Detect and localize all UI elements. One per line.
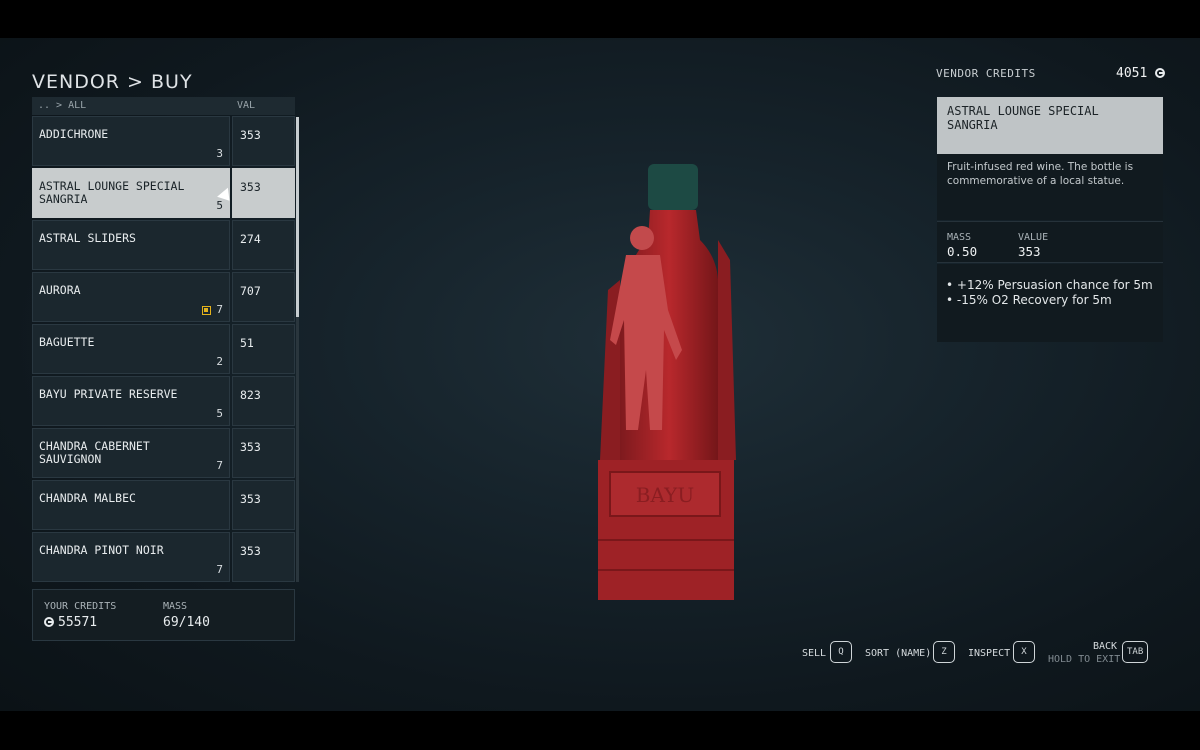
- list-item[interactable]: CHANDRA MALBEC 353: [32, 480, 295, 530]
- item-value: 353: [240, 180, 261, 194]
- item-name: AURORA: [39, 283, 81, 297]
- item-name-cell[interactable]: BAGUETTE 2: [32, 324, 230, 374]
- page-title: VENDOR > BUY: [32, 71, 193, 93]
- list-item[interactable]: ASTRAL SLIDERS 274: [32, 220, 295, 270]
- list-item[interactable]: BAYU PRIVATE RESERVE 5 823: [32, 376, 295, 426]
- rock-right: [718, 240, 736, 460]
- sort-label: SORT (NAME): [865, 648, 932, 659]
- sell-key[interactable]: Q: [830, 641, 852, 663]
- sell-label: SELL: [802, 648, 827, 659]
- item-val-cell[interactable]: 51: [232, 324, 295, 374]
- inspect-label: INSPECT: [968, 648, 1011, 659]
- back-label: BACK: [1093, 641, 1118, 652]
- statue-head: [630, 226, 654, 250]
- item-value: 51: [240, 336, 254, 350]
- list-item-selected[interactable]: ASTRAL LOUNGE SPECIAL SANGRIA 5 353: [32, 168, 295, 218]
- list-item[interactable]: BAGUETTE 2 51: [32, 324, 295, 374]
- list-item[interactable]: ADDICHRONE 3 353: [32, 116, 295, 166]
- item-name-cell[interactable]: CHANDRA PINOT NOIR 7: [32, 532, 230, 582]
- item-name: ADDICHRONE: [39, 127, 109, 141]
- item-qty: 2: [216, 355, 223, 368]
- item-qty: 7: [216, 563, 223, 576]
- item-val-cell[interactable]: 353: [232, 480, 295, 530]
- breadcrumb[interactable]: .. > ALL: [38, 100, 86, 111]
- item-value: 823: [240, 388, 261, 402]
- back-key[interactable]: TAB: [1122, 641, 1149, 663]
- letterbox-top: [0, 0, 1200, 38]
- effect-text: +12% Persuasion chance for 5m: [956, 278, 1153, 292]
- item-name-cell[interactable]: AURORA 7: [32, 272, 230, 322]
- item-val-cell[interactable]: 353: [232, 428, 295, 478]
- vendor-credits-label: VENDOR CREDITS: [936, 67, 1036, 80]
- item-name-cell[interactable]: ADDICHRONE 3: [32, 116, 230, 166]
- player-status-box: YOUR CREDITS 55571 MASS 69/140: [32, 589, 295, 641]
- detail-title: ASTRAL LOUNGE SPECIAL SANGRIA: [937, 97, 1163, 154]
- item-value: 707: [240, 284, 261, 298]
- item-name: ASTRAL SLIDERS: [39, 231, 136, 245]
- item-name-cell[interactable]: ASTRAL LOUNGE SPECIAL SANGRIA 5: [32, 168, 235, 218]
- item-qty: 3: [216, 147, 223, 160]
- item-val-cell[interactable]: 823: [232, 376, 295, 426]
- item-val-cell[interactable]: 707: [232, 272, 295, 322]
- hold-to-exit-label: HOLD TO EXIT: [1048, 654, 1121, 665]
- mass-value: 69/140: [163, 615, 210, 630]
- mass-label: MASS: [163, 601, 188, 612]
- effect-line: • -15% O2 Recovery for 5m: [946, 293, 1112, 307]
- sort-key[interactable]: Z: [933, 641, 955, 663]
- item-val-cell[interactable]: 353: [232, 168, 295, 218]
- list-item[interactable]: AURORA 7 707: [32, 272, 295, 322]
- detail-stats: MASS 0.50 VALUE 353: [937, 221, 1163, 263]
- bottle-cap: [648, 164, 698, 210]
- item-value: 353: [240, 128, 261, 142]
- item-name: CHANDRA CABERNET SAUVIGNON: [39, 439, 150, 466]
- item-qty: 7: [216, 459, 223, 472]
- item-name-cell[interactable]: ASTRAL SLIDERS: [32, 220, 230, 270]
- bottle-label-text: BAYU: [636, 483, 694, 507]
- list-item[interactable]: CHANDRA PINOT NOIR 7 353: [32, 532, 295, 582]
- detail-description: Fruit-infused red wine. The bottle is co…: [937, 154, 1163, 220]
- your-credits-label: YOUR CREDITS: [44, 601, 117, 612]
- item-value: 274: [240, 232, 261, 246]
- item-qty: 7: [216, 303, 223, 316]
- item-name-cell[interactable]: BAYU PRIVATE RESERVE 5: [32, 376, 230, 426]
- item-name: BAGUETTE: [39, 335, 95, 349]
- detail-value-label: VALUE: [1018, 232, 1049, 243]
- effect-line: • +12% Persuasion chance for 5m: [946, 278, 1153, 292]
- effect-text: -15% O2 Recovery for 5m: [956, 293, 1112, 307]
- item-val-cell[interactable]: 353: [232, 116, 295, 166]
- item-value: 353: [240, 544, 261, 558]
- detail-effects: • +12% Persuasion chance for 5m • -15% O…: [937, 264, 1163, 342]
- val-column-header[interactable]: VAL: [237, 100, 255, 111]
- credits-icon: [1155, 68, 1166, 78]
- item-val-cell[interactable]: 274: [232, 220, 295, 270]
- inspect-key[interactable]: X: [1013, 641, 1035, 663]
- vendor-credits-amount: 4051: [1116, 66, 1148, 81]
- credits-amount: 55571: [58, 615, 98, 630]
- item-value: 353: [240, 440, 261, 454]
- item-name: CHANDRA PINOT NOIR: [39, 543, 164, 557]
- item-val-cell[interactable]: 353: [232, 532, 295, 582]
- item-name: ASTRAL LOUNGE SPECIAL SANGRIA: [39, 179, 185, 206]
- item-name: CHANDRA MALBEC: [39, 491, 136, 505]
- item-list: ADDICHRONE 3 353 ASTRAL LOUNGE SPECIAL S…: [32, 116, 302, 582]
- credits-icon: [44, 617, 54, 627]
- item-name: BAYU PRIVATE RESERVE: [39, 387, 178, 401]
- letterbox-bottom: [0, 711, 1200, 750]
- list-header: .. > ALL VAL: [32, 97, 295, 115]
- contraband-icon: [202, 306, 211, 315]
- item-qty: 5: [216, 407, 223, 420]
- detail-mass-label: MASS: [947, 232, 972, 243]
- detail-value-value: 353: [1018, 244, 1041, 259]
- list-scroll-thumb[interactable]: [296, 117, 299, 317]
- item-name-cell[interactable]: CHANDRA CABERNET SAUVIGNON 7: [32, 428, 230, 478]
- detail-mass-value: 0.50: [947, 244, 978, 259]
- your-credits-value: 55571: [44, 615, 97, 630]
- vendor-credits-value: 4051: [1116, 66, 1169, 81]
- item-value: 353: [240, 492, 261, 506]
- item-name-cell[interactable]: CHANDRA MALBEC: [32, 480, 230, 530]
- item-3d-preview[interactable]: BAYU: [590, 160, 740, 600]
- list-item[interactable]: CHANDRA CABERNET SAUVIGNON 7 353: [32, 428, 295, 478]
